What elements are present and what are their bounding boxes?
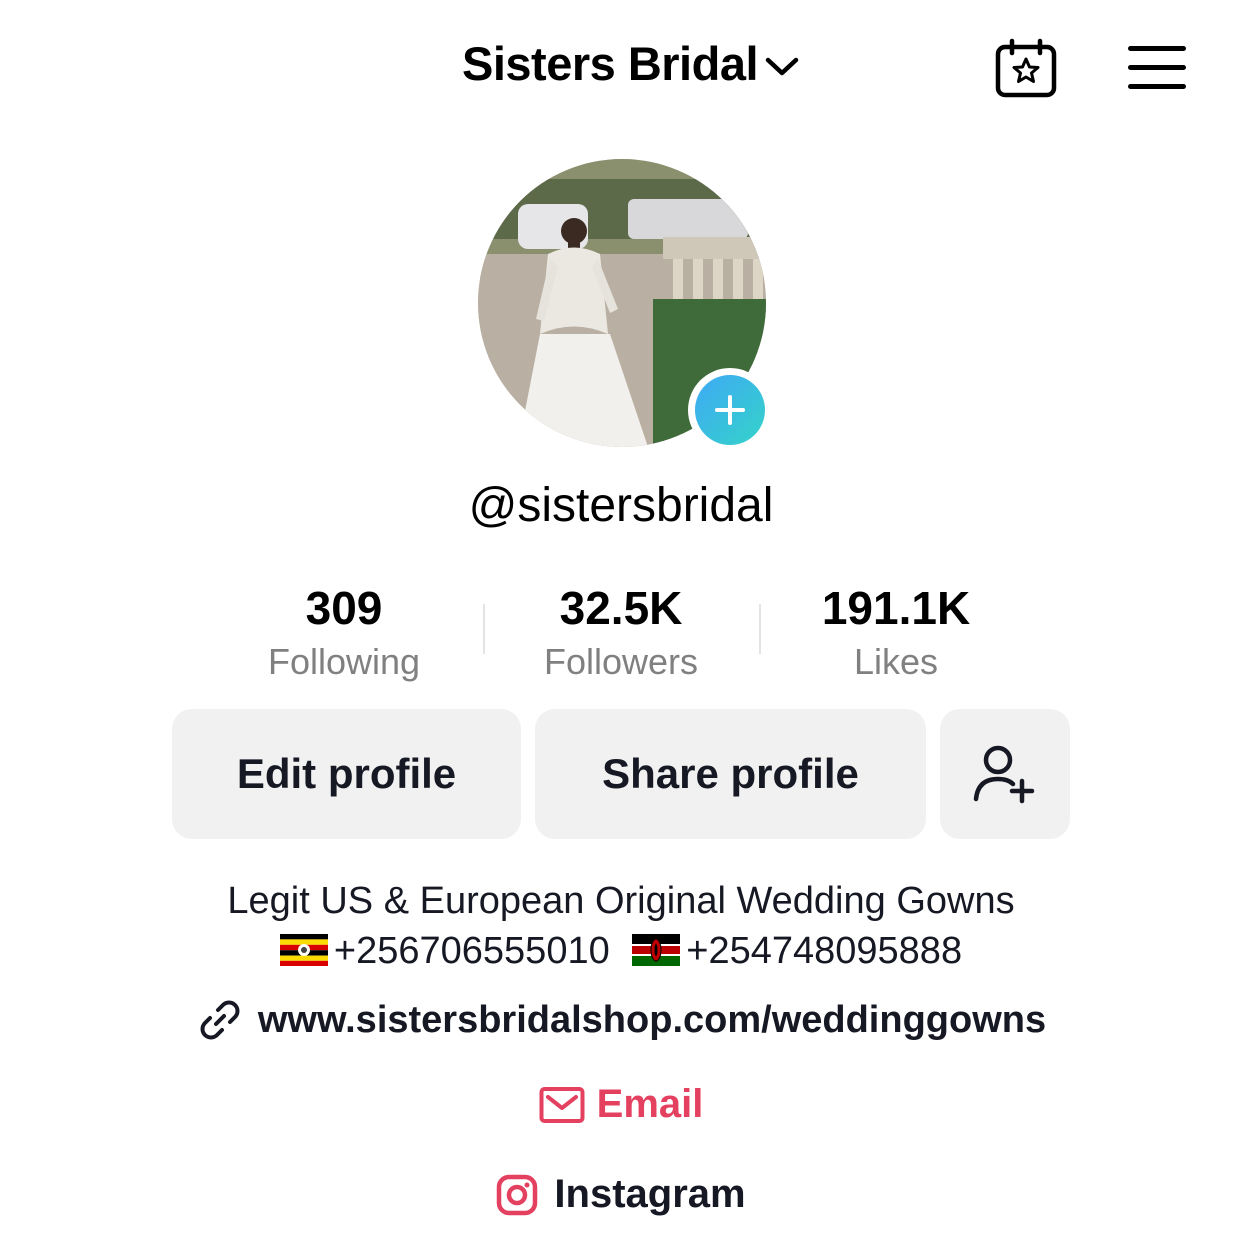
account-switcher[interactable]: Sisters Bridal	[462, 36, 800, 91]
kenya-flag	[632, 933, 681, 966]
followers-label: Followers	[543, 641, 699, 682]
instagram-icon	[497, 1174, 538, 1215]
top-bar: Sisters Bridal	[0, 0, 1242, 130]
stat-followers[interactable]: 32.5K Followers	[501, 580, 741, 688]
bio-line-2: +256706555010 +254748095888	[0, 926, 1242, 976]
envelope-icon	[539, 1086, 585, 1123]
calendar-star-icon[interactable]	[994, 38, 1058, 98]
stat-likes[interactable]: 191.1K Likes	[776, 580, 1016, 688]
following-label: Following	[267, 641, 421, 682]
username: @sistersbridal	[468, 479, 774, 532]
add-photo-button[interactable]	[688, 368, 772, 452]
bio-line-1: Legit US & European Original Wedding Gow…	[227, 880, 1015, 922]
account-name: Sisters Bridal	[462, 37, 759, 90]
following-count: 309	[305, 582, 383, 634]
email-button[interactable]: Email	[0, 1082, 1242, 1127]
phone-uganda: +256706555010	[333, 930, 610, 972]
link-icon	[200, 1000, 240, 1040]
email-label: Email	[596, 1082, 704, 1126]
hamburger-menu-icon[interactable]	[1128, 46, 1188, 92]
stat-divider	[483, 604, 485, 654]
followers-count: 32.5K	[559, 582, 683, 634]
uganda-flag	[279, 933, 328, 966]
profile-bio: Legit US & European Original Wedding Gow…	[0, 876, 1242, 976]
menu-bar	[1128, 65, 1186, 70]
stat-divider	[759, 604, 761, 654]
plus-icon	[695, 375, 765, 445]
chevron-down-icon	[765, 57, 799, 75]
share-profile-button[interactable]: Share profile	[535, 709, 926, 839]
menu-bar	[1128, 46, 1186, 51]
website-link[interactable]: www.sistersbridalshop.com/weddinggowns	[0, 996, 1242, 1044]
menu-bar	[1128, 84, 1186, 89]
phone-kenya: +254748095888	[686, 930, 963, 972]
instagram-label: Instagram	[554, 1172, 746, 1216]
add-user-icon	[973, 745, 1035, 804]
instagram-link[interactable]: Instagram	[0, 1172, 1242, 1217]
stat-following[interactable]: 309 Following	[224, 580, 464, 688]
likes-count: 191.1K	[821, 582, 971, 634]
profile-stats: 309 Following 32.5K Followers 191.1K Lik…	[0, 580, 1242, 690]
edit-profile-button[interactable]: Edit profile	[172, 709, 521, 839]
likes-label: Likes	[853, 641, 939, 682]
add-friend-button[interactable]	[940, 709, 1070, 839]
website-url: www.sistersbridalshop.com/weddinggowns	[257, 998, 1047, 1041]
